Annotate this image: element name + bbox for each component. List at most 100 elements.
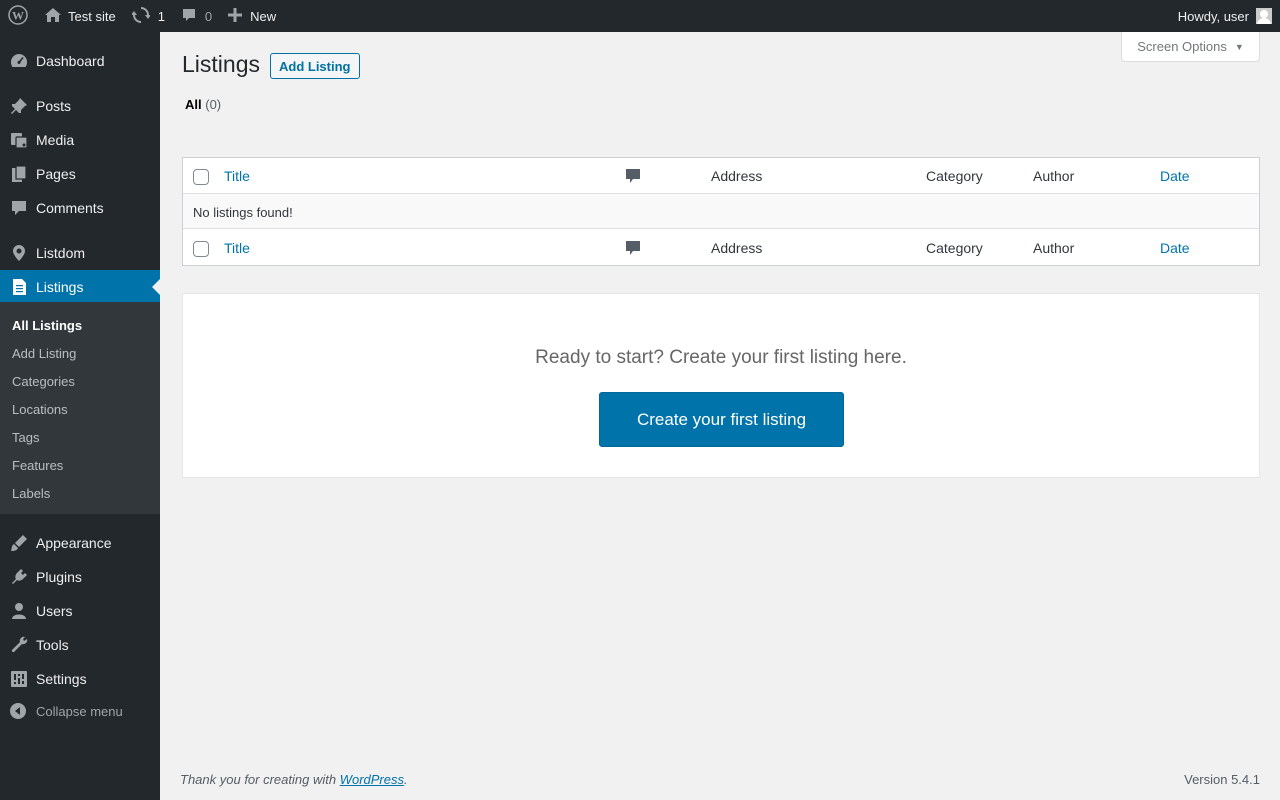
- sidebar-item-settings[interactable]: Settings: [0, 662, 160, 696]
- plus-icon: [228, 7, 243, 25]
- submenu-labels[interactable]: Labels: [12, 486, 50, 501]
- footer-thanks: Thank you for creating with WordPress.: [180, 772, 408, 787]
- sidebar-item-label: Pages: [36, 166, 76, 182]
- comment-bubble-icon: [181, 7, 197, 26]
- filter-all-link[interactable]: All: [185, 97, 202, 112]
- submenu-categories[interactable]: Categories: [12, 374, 75, 389]
- column-date[interactable]: Date: [1160, 168, 1190, 184]
- home-icon: [44, 7, 62, 26]
- column-date-footer[interactable]: Date: [1160, 240, 1190, 256]
- no-items-message: No listings found!: [193, 205, 293, 220]
- table-row: No listings found!: [183, 193, 1259, 229]
- wordpress-link[interactable]: WordPress: [340, 772, 404, 787]
- sidebar-item-label: Tools: [36, 637, 69, 653]
- column-address-footer: Address: [711, 240, 763, 256]
- sidebar-item-label: Posts: [36, 98, 72, 114]
- admin-sidebar: Dashboard Posts Media Pages Comments Lis…: [0, 32, 160, 800]
- sidebar-item-label: Plugins: [36, 569, 82, 585]
- location-pin-icon: [0, 236, 36, 270]
- svg-text:W: W: [12, 8, 24, 22]
- admin-bar: W Test site 1 0 New Howdy, user: [0, 0, 1280, 32]
- my-account-menu[interactable]: Howdy, user: [1178, 8, 1280, 24]
- column-author: Author: [1033, 168, 1075, 184]
- column-title[interactable]: Title: [224, 168, 250, 184]
- howdy-text: Howdy, user: [1177, 8, 1249, 24]
- table-header-row: Title Address Category Author Date: [183, 158, 1259, 194]
- filter-all-count: (0): [205, 97, 222, 112]
- dashboard-icon: [0, 44, 36, 78]
- create-first-listing-button[interactable]: Create your first listing: [599, 392, 844, 447]
- footer-version: Version 5.4.1: [1184, 772, 1260, 787]
- empty-state-message: Ready to start? Create your first listin…: [535, 347, 907, 368]
- empty-state-panel: Ready to start? Create your first listin…: [182, 293, 1260, 478]
- comments-menu[interactable]: 0: [173, 0, 220, 32]
- sidebar-item-label: Comments: [36, 200, 104, 216]
- collapse-menu-label: Collapse menu: [36, 703, 123, 719]
- comments-count: 0: [204, 8, 213, 24]
- new-content-menu[interactable]: New: [220, 0, 284, 32]
- submenu-locations[interactable]: Locations: [12, 402, 68, 417]
- brush-icon: [0, 526, 36, 560]
- column-category-footer: Category: [926, 240, 983, 256]
- collapse-menu-button[interactable]: Collapse menu: [0, 698, 160, 724]
- avatar: [1256, 8, 1272, 24]
- select-all-checkbox-footer[interactable]: [193, 241, 209, 257]
- sidebar-item-plugins[interactable]: Plugins: [0, 560, 160, 594]
- column-category: Category: [926, 168, 983, 184]
- pin-icon: [0, 89, 36, 123]
- sliders-icon: [0, 662, 36, 696]
- status-filter: All (0): [185, 97, 221, 112]
- wrench-icon: [0, 628, 36, 662]
- select-all-checkbox[interactable]: [193, 169, 209, 185]
- add-listing-button[interactable]: Add Listing: [270, 53, 360, 79]
- submenu-tags[interactable]: Tags: [12, 430, 39, 445]
- comment-icon: [0, 191, 36, 225]
- collapse-arrow-icon: [0, 702, 36, 720]
- document-icon: [0, 270, 36, 304]
- sidebar-item-tools[interactable]: Tools: [0, 628, 160, 662]
- sidebar-item-listings[interactable]: Listings: [0, 270, 160, 304]
- screen-options-button[interactable]: Screen Options ▼: [1121, 32, 1260, 62]
- table-footer-row: Title Address Category Author Date: [183, 230, 1259, 266]
- site-name: Test site: [68, 8, 116, 24]
- caret-down-icon: ▼: [1234, 41, 1244, 52]
- submenu-all-listings[interactable]: All Listings: [12, 318, 82, 333]
- comment-column-icon: [626, 241, 640, 260]
- pages-icon: [0, 157, 36, 191]
- main-content: Screen Options ▼ Listings Add Listing Al…: [160, 32, 1280, 800]
- user-icon: [0, 594, 36, 628]
- sidebar-item-users[interactable]: Users: [0, 594, 160, 628]
- site-name-menu[interactable]: Test site: [36, 0, 124, 32]
- sidebar-item-comments[interactable]: Comments: [0, 191, 160, 225]
- plug-icon: [0, 560, 36, 594]
- submenu-features[interactable]: Features: [12, 458, 63, 473]
- sidebar-item-label: Listdom: [36, 245, 86, 261]
- wordpress-logo-menu[interactable]: W: [0, 0, 36, 32]
- screen-options-label: Screen Options: [1137, 39, 1227, 54]
- listings-submenu: All Listings Add Listing Categories Loca…: [0, 302, 160, 514]
- sidebar-item-label: Settings: [36, 671, 87, 687]
- listings-table: Title Address Category Author Date No li…: [182, 157, 1260, 266]
- updates-count: 1: [157, 8, 165, 24]
- sidebar-item-media[interactable]: Media: [0, 123, 160, 157]
- sidebar-item-dashboard[interactable]: Dashboard: [0, 44, 160, 78]
- wordpress-logo-icon: W: [8, 4, 28, 28]
- sidebar-item-label: Users: [36, 603, 73, 619]
- sidebar-item-appearance[interactable]: Appearance: [0, 526, 160, 560]
- sidebar-item-pages[interactable]: Pages: [0, 157, 160, 191]
- column-title-footer[interactable]: Title: [224, 240, 250, 256]
- footer-thanks-suffix: .: [404, 772, 408, 787]
- updates-menu[interactable]: 1: [124, 0, 173, 32]
- submenu-add-listing[interactable]: Add Listing: [12, 346, 76, 361]
- media-icon: [0, 123, 36, 157]
- updates-icon: [130, 6, 151, 27]
- sidebar-item-label: Dashboard: [36, 53, 105, 69]
- new-label: New: [250, 8, 277, 24]
- sidebar-item-posts[interactable]: Posts: [0, 89, 160, 123]
- sidebar-item-label: Listings: [36, 279, 84, 295]
- footer-thanks-prefix: Thank you for creating with: [180, 772, 340, 787]
- sidebar-item-listdom[interactable]: Listdom: [0, 236, 160, 270]
- column-author-footer: Author: [1033, 240, 1075, 256]
- column-address: Address: [711, 168, 763, 184]
- page-title: Listings: [182, 51, 260, 77]
